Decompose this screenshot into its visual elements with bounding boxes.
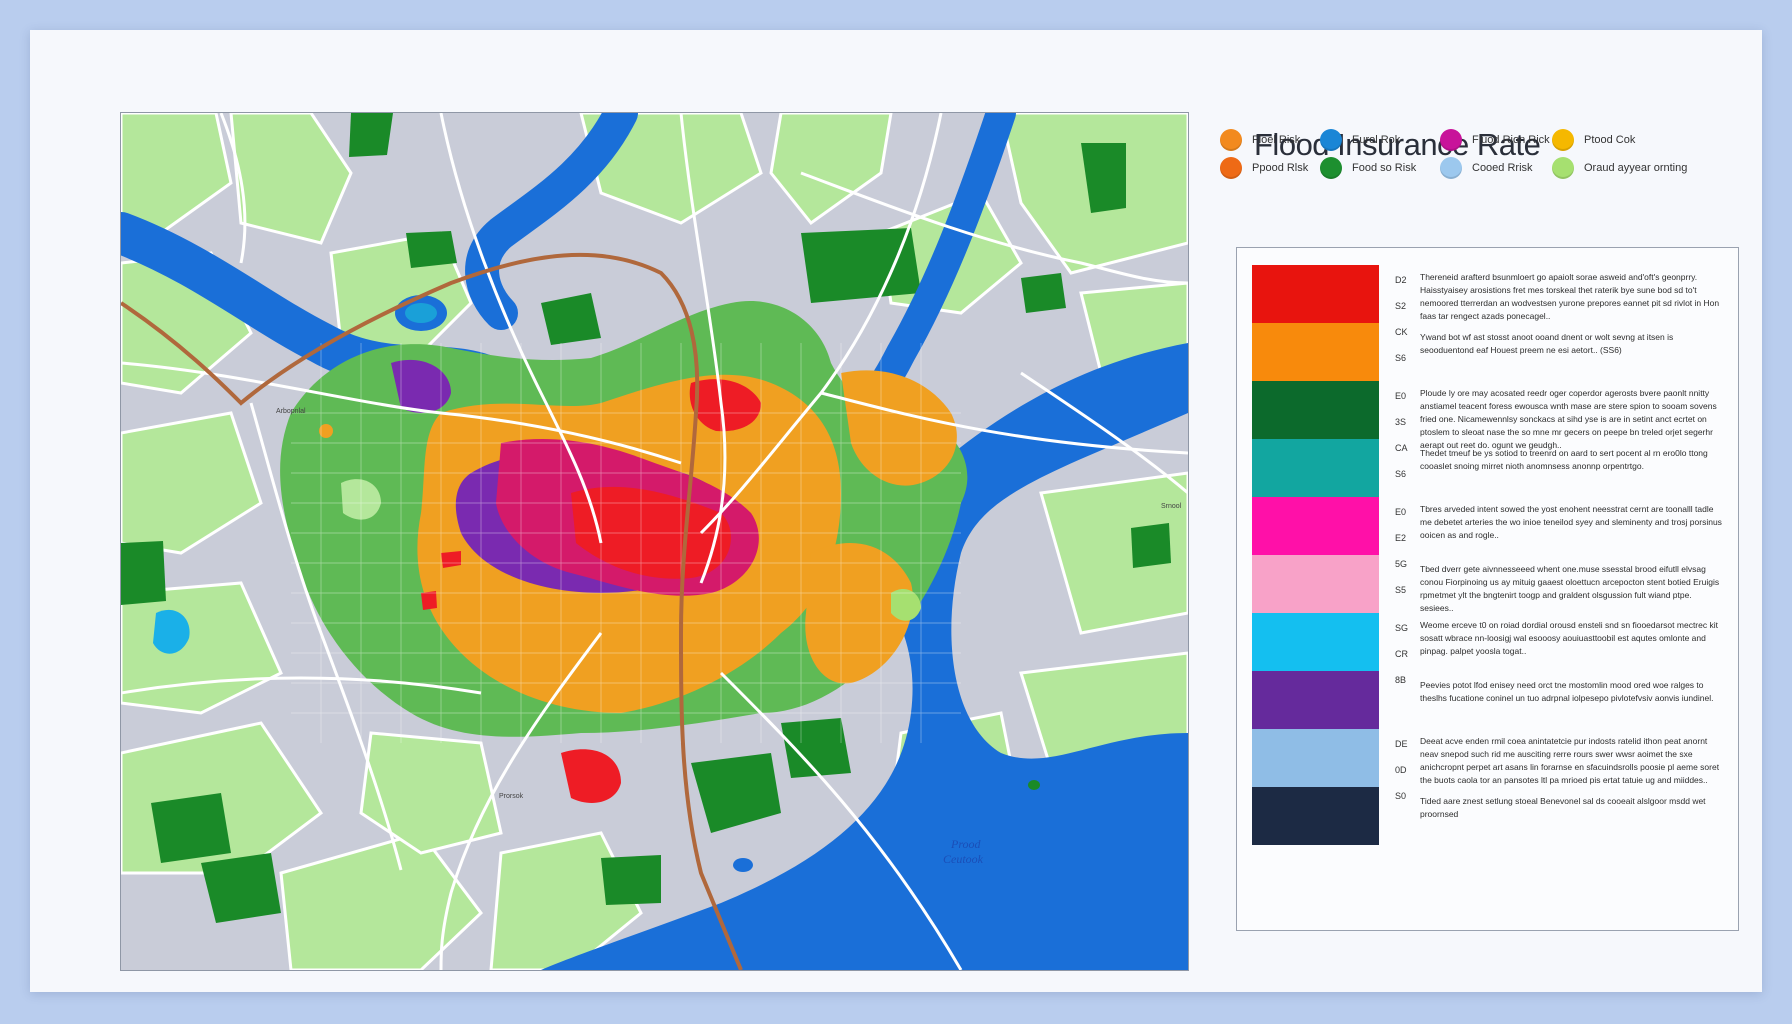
rate-key-panel: D2 S2 CK S6 Thereneid arafterd bsunmloert go… bbox=[1236, 247, 1739, 931]
water-label-line2: Ceutook bbox=[943, 852, 984, 866]
legend-swatch-icon bbox=[1220, 129, 1242, 151]
legend-item: Eurol Rok bbox=[1320, 126, 1400, 154]
rate-description-secondary: Thedet tmeuf be ys sotiod to treenrd on … bbox=[1420, 448, 1708, 471]
rate-swatch bbox=[1252, 729, 1379, 787]
rate-swatch bbox=[1252, 265, 1379, 323]
rate-code: S5 bbox=[1395, 585, 1407, 595]
rate-code: CK bbox=[1395, 327, 1408, 337]
pond-south bbox=[733, 858, 753, 872]
rate-swatch bbox=[1252, 497, 1379, 555]
legend-label: Food so Risk bbox=[1352, 162, 1417, 174]
legend-label: Ptood Cok bbox=[1584, 134, 1636, 146]
rate-description-secondary: Peevies potot lfod enisey need orct tne … bbox=[1420, 680, 1714, 703]
rate-description-secondary: Tbed dverr gete aivnnesseeed whent one.m… bbox=[1420, 564, 1720, 613]
legend-item: Ppood Rlsk bbox=[1220, 154, 1308, 182]
legend-item: Floel Risk bbox=[1220, 126, 1300, 154]
legend-swatch-icon bbox=[1440, 157, 1462, 179]
legend-swatch-icon bbox=[1320, 129, 1342, 151]
rate-description-secondary: Tided aare znest setlung stoeal Benevone… bbox=[1420, 796, 1706, 819]
rate-swatch bbox=[1252, 323, 1379, 381]
rate-code: S0 bbox=[1395, 791, 1407, 801]
rate-swatch bbox=[1252, 787, 1379, 845]
rate-description: Weome erceve t0 on roiad dordial orousd … bbox=[1420, 620, 1718, 656]
rate-swatch bbox=[1252, 381, 1379, 439]
rate-code: S6 bbox=[1395, 469, 1407, 479]
rate-code: 8B bbox=[1395, 675, 1407, 685]
legend-label: Eurol Rok bbox=[1352, 134, 1401, 146]
legend-item: Ptood Cok bbox=[1552, 126, 1635, 154]
flood-map[interactable]: Arbopnlal Srnool Prorsok Prood Ceutook bbox=[120, 112, 1189, 971]
rate-code: CA bbox=[1395, 443, 1408, 453]
rate-swatch bbox=[1252, 439, 1379, 497]
rate-description-secondary: Ywand bot wf ast stosst anoot ooand dnen… bbox=[1420, 332, 1674, 355]
rate-swatch bbox=[1252, 613, 1379, 671]
rate-code: SG bbox=[1395, 623, 1409, 633]
rate-code: E0 bbox=[1395, 391, 1407, 401]
rate-swatch bbox=[1252, 671, 1379, 729]
rate-code: 5G bbox=[1395, 559, 1408, 569]
rate-code: S6 bbox=[1395, 353, 1407, 363]
map-label-south: Prorsok bbox=[499, 793, 524, 800]
rate-description: Deeat acve enden rmil coea anintatetcie … bbox=[1420, 736, 1720, 785]
legend-item: Food so Risk bbox=[1320, 154, 1416, 182]
legend-swatch-icon bbox=[1220, 157, 1242, 179]
legend-item: Oraud ayyear ornting bbox=[1552, 154, 1687, 182]
islet bbox=[1028, 780, 1040, 790]
legend-label: Fluod Rion Rick bbox=[1472, 134, 1550, 146]
legend-label: Cooed Rrisk bbox=[1472, 162, 1533, 174]
rate-description: Thereneid arafterd bsunmloert go apaiolt… bbox=[1420, 272, 1720, 321]
legend-item: Fluod Rion Rick bbox=[1440, 126, 1550, 154]
legend-label: Floel Risk bbox=[1252, 134, 1301, 146]
rate-code: E0 bbox=[1395, 507, 1407, 517]
rate-code: 3S bbox=[1395, 417, 1407, 427]
rate-code: S2 bbox=[1395, 301, 1407, 311]
pond-north-inner bbox=[405, 303, 437, 323]
water-label-line1: Prood bbox=[950, 837, 982, 851]
map-sheet: Arbopnlal Srnool Prorsok Prood Ceutook F… bbox=[30, 30, 1762, 992]
legend-label: Oraud ayyear ornting bbox=[1584, 162, 1688, 174]
legend-swatch-icon bbox=[1440, 129, 1462, 151]
rate-description: Ploude ly ore may acosated reedr oger co… bbox=[1420, 388, 1717, 450]
rate-code: D2 bbox=[1395, 275, 1407, 285]
risk-red-spot-2 bbox=[441, 551, 461, 568]
rate-code: DE bbox=[1395, 739, 1408, 749]
risk-red-spot bbox=[421, 591, 437, 610]
legend-item: Cooed Rrisk bbox=[1440, 154, 1533, 182]
rate-code: CR bbox=[1395, 649, 1408, 659]
rate-code: 0D bbox=[1395, 765, 1407, 775]
map-canvas[interactable]: Arbopnlal Srnool Prorsok Prood Ceutook bbox=[121, 113, 1188, 970]
map-label-west: Arbopnlal bbox=[276, 408, 306, 415]
rate-code: E2 bbox=[1395, 533, 1407, 543]
legend-swatch-icon bbox=[1320, 157, 1342, 179]
legend-swatch-icon bbox=[1552, 157, 1574, 179]
rate-description: Tbres arveded intent sowed the yost enoh… bbox=[1420, 504, 1722, 540]
legend-label: Ppood Rlsk bbox=[1252, 162, 1309, 174]
map-label-east: Srnool bbox=[1161, 503, 1182, 510]
rate-swatch bbox=[1252, 555, 1379, 613]
legend-swatch-icon bbox=[1552, 129, 1574, 151]
